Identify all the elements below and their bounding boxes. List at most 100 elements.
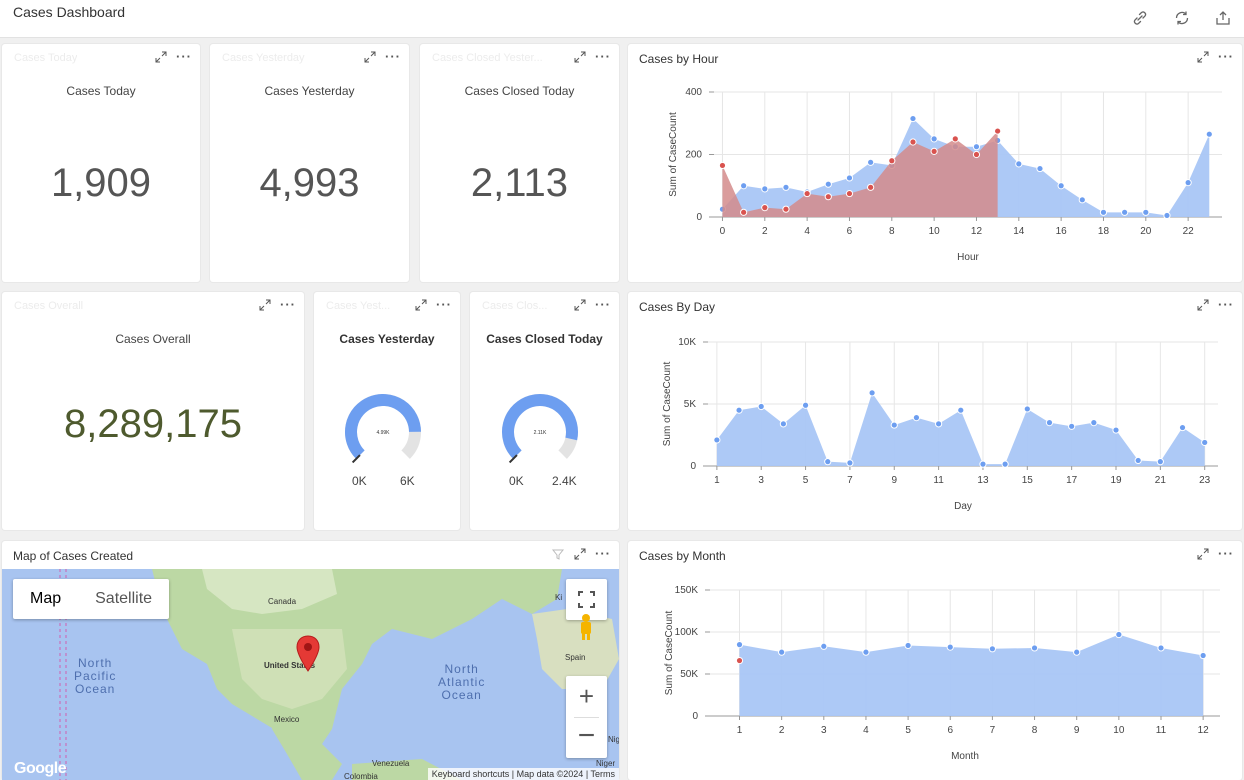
x-tick-label: 15 xyxy=(1022,475,1034,486)
kpi-value: 8,289,175 xyxy=(64,402,242,446)
data-point xyxy=(1143,209,1149,215)
data-point xyxy=(1185,180,1191,186)
data-point xyxy=(736,657,743,664)
google-logo: Google xyxy=(14,760,67,777)
data-point xyxy=(846,175,853,181)
data-point xyxy=(980,461,986,467)
data-point xyxy=(846,190,853,197)
x-tick-label: 1 xyxy=(714,475,720,486)
data-point xyxy=(804,190,810,197)
data-point xyxy=(910,139,916,145)
data-point xyxy=(1024,406,1030,412)
link-icon[interactable] xyxy=(1131,9,1149,27)
zoom-out-button[interactable]: − xyxy=(566,717,607,758)
x-tick-label: 11 xyxy=(933,475,944,486)
x-tick-label: 12 xyxy=(971,226,983,237)
map-view[interactable]: Map Satellite + − Canada United States M… xyxy=(2,569,619,780)
data-point xyxy=(952,136,958,142)
more-options-icon[interactable]: ··· xyxy=(595,547,611,560)
data-point xyxy=(869,390,875,396)
y-tick-label: 400 xyxy=(685,87,702,98)
data-point xyxy=(1202,439,1208,446)
data-point xyxy=(863,649,869,655)
terms-link[interactable]: Terms xyxy=(591,769,616,779)
data-point xyxy=(802,402,809,408)
x-tick-label: 5 xyxy=(905,725,911,736)
data-point xyxy=(1037,165,1043,172)
data-point xyxy=(783,206,789,212)
data-point xyxy=(931,136,937,142)
data-point xyxy=(825,194,831,200)
card-cases-by-hour: Cases by Hour ··· 0 200 400 0 2 4 6 8 10 12 14 16 18… xyxy=(628,44,1242,282)
map-label-niger: Niger xyxy=(596,759,616,768)
y-axis-title: Sum of CaseCount xyxy=(668,112,679,197)
gauge-min: 0K xyxy=(352,474,367,488)
expand-icon[interactable] xyxy=(573,50,587,64)
y-tick-label: 0 xyxy=(692,711,698,722)
card-ghost-title: Cases Today xyxy=(14,52,78,64)
x-tick-label: 8 xyxy=(1032,725,1038,736)
x-tick-label: 17 xyxy=(1066,475,1078,486)
zoom-in-button[interactable]: + xyxy=(566,676,607,717)
map-type-map-button[interactable]: Map xyxy=(13,579,78,619)
card-cases-overall: Cases Overall ··· Cases Overall 8,289,17… xyxy=(2,292,304,530)
map-type-control: Map Satellite xyxy=(13,579,170,619)
data-point xyxy=(783,184,789,190)
data-point xyxy=(847,460,853,466)
x-tick-label: 4 xyxy=(804,226,810,237)
data-point xyxy=(1206,131,1212,137)
data-point xyxy=(1157,459,1163,465)
pegman-icon xyxy=(581,614,591,640)
map-type-satellite-button[interactable]: Satellite xyxy=(78,579,169,619)
x-tick-label: 2 xyxy=(779,725,785,736)
expand-icon[interactable] xyxy=(363,50,377,64)
data-point xyxy=(1158,645,1164,651)
hour-chart: 0 200 400 0 2 4 6 8 10 12 14 16 18 20 22 Hour Sum of Cas… xyxy=(668,87,1222,263)
top-bar: Cases Dashboard xyxy=(0,0,1244,38)
refresh-icon[interactable] xyxy=(1173,9,1191,27)
data-point xyxy=(989,646,995,652)
x-tick-label: 9 xyxy=(1074,725,1080,736)
export-icon[interactable] xyxy=(1214,9,1232,27)
gauge-min: 0K xyxy=(509,474,524,488)
data-point xyxy=(825,459,831,465)
x-tick-label: 3 xyxy=(821,725,827,736)
keyboard-shortcuts-link[interactable]: Keyboard shortcuts xyxy=(432,769,510,779)
x-tick-label: 23 xyxy=(1199,475,1211,486)
data-point xyxy=(868,184,874,190)
data-point xyxy=(758,403,764,410)
x-tick-label: 10 xyxy=(929,226,941,237)
card-gauge-yesterday: Cases Yest... ··· Cases Yesterday 4.99K … xyxy=(314,292,460,530)
expand-icon[interactable] xyxy=(573,547,587,561)
data-point xyxy=(1116,631,1122,638)
data-point xyxy=(1100,209,1107,215)
gauge-max: 2.4K xyxy=(552,474,577,488)
pegman-button[interactable] xyxy=(566,598,607,642)
map-marker-icon[interactable] xyxy=(296,635,320,675)
map-label-ki: Ki xyxy=(555,593,563,602)
kpi-value: 2,113 xyxy=(470,161,569,205)
map-title: Map of Cases Created xyxy=(13,549,134,563)
map-label-nig: Nig xyxy=(608,735,619,744)
expand-icon[interactable] xyxy=(154,50,168,64)
x-tick-label: 14 xyxy=(1013,226,1025,237)
data-point xyxy=(736,642,743,648)
more-options-icon[interactable]: ··· xyxy=(595,50,611,63)
card-ghost-title: Cases Closed Yester... xyxy=(432,52,543,64)
y-tick-label: 10K xyxy=(678,337,696,348)
kpi-subtitle: Cases Closed Today xyxy=(464,84,575,98)
expand-icon[interactable] xyxy=(258,298,272,312)
x-tick-label: 1 xyxy=(737,725,743,736)
y-tick-label: 0 xyxy=(696,212,702,223)
more-options-icon[interactable]: ··· xyxy=(176,50,192,63)
x-tick-label: 8 xyxy=(889,226,895,237)
filter-icon[interactable] xyxy=(551,547,565,561)
more-options-icon[interactable]: ··· xyxy=(385,50,401,63)
x-tick-label: 20 xyxy=(1140,226,1152,237)
x-tick-label: 6 xyxy=(847,226,853,237)
more-options-icon[interactable]: ··· xyxy=(280,298,296,311)
data-point xyxy=(1074,649,1080,655)
data-point xyxy=(1058,183,1064,189)
x-tick-label: 22 xyxy=(1183,226,1195,237)
ocean-label-pacific: North Pacific Ocean xyxy=(74,656,117,696)
